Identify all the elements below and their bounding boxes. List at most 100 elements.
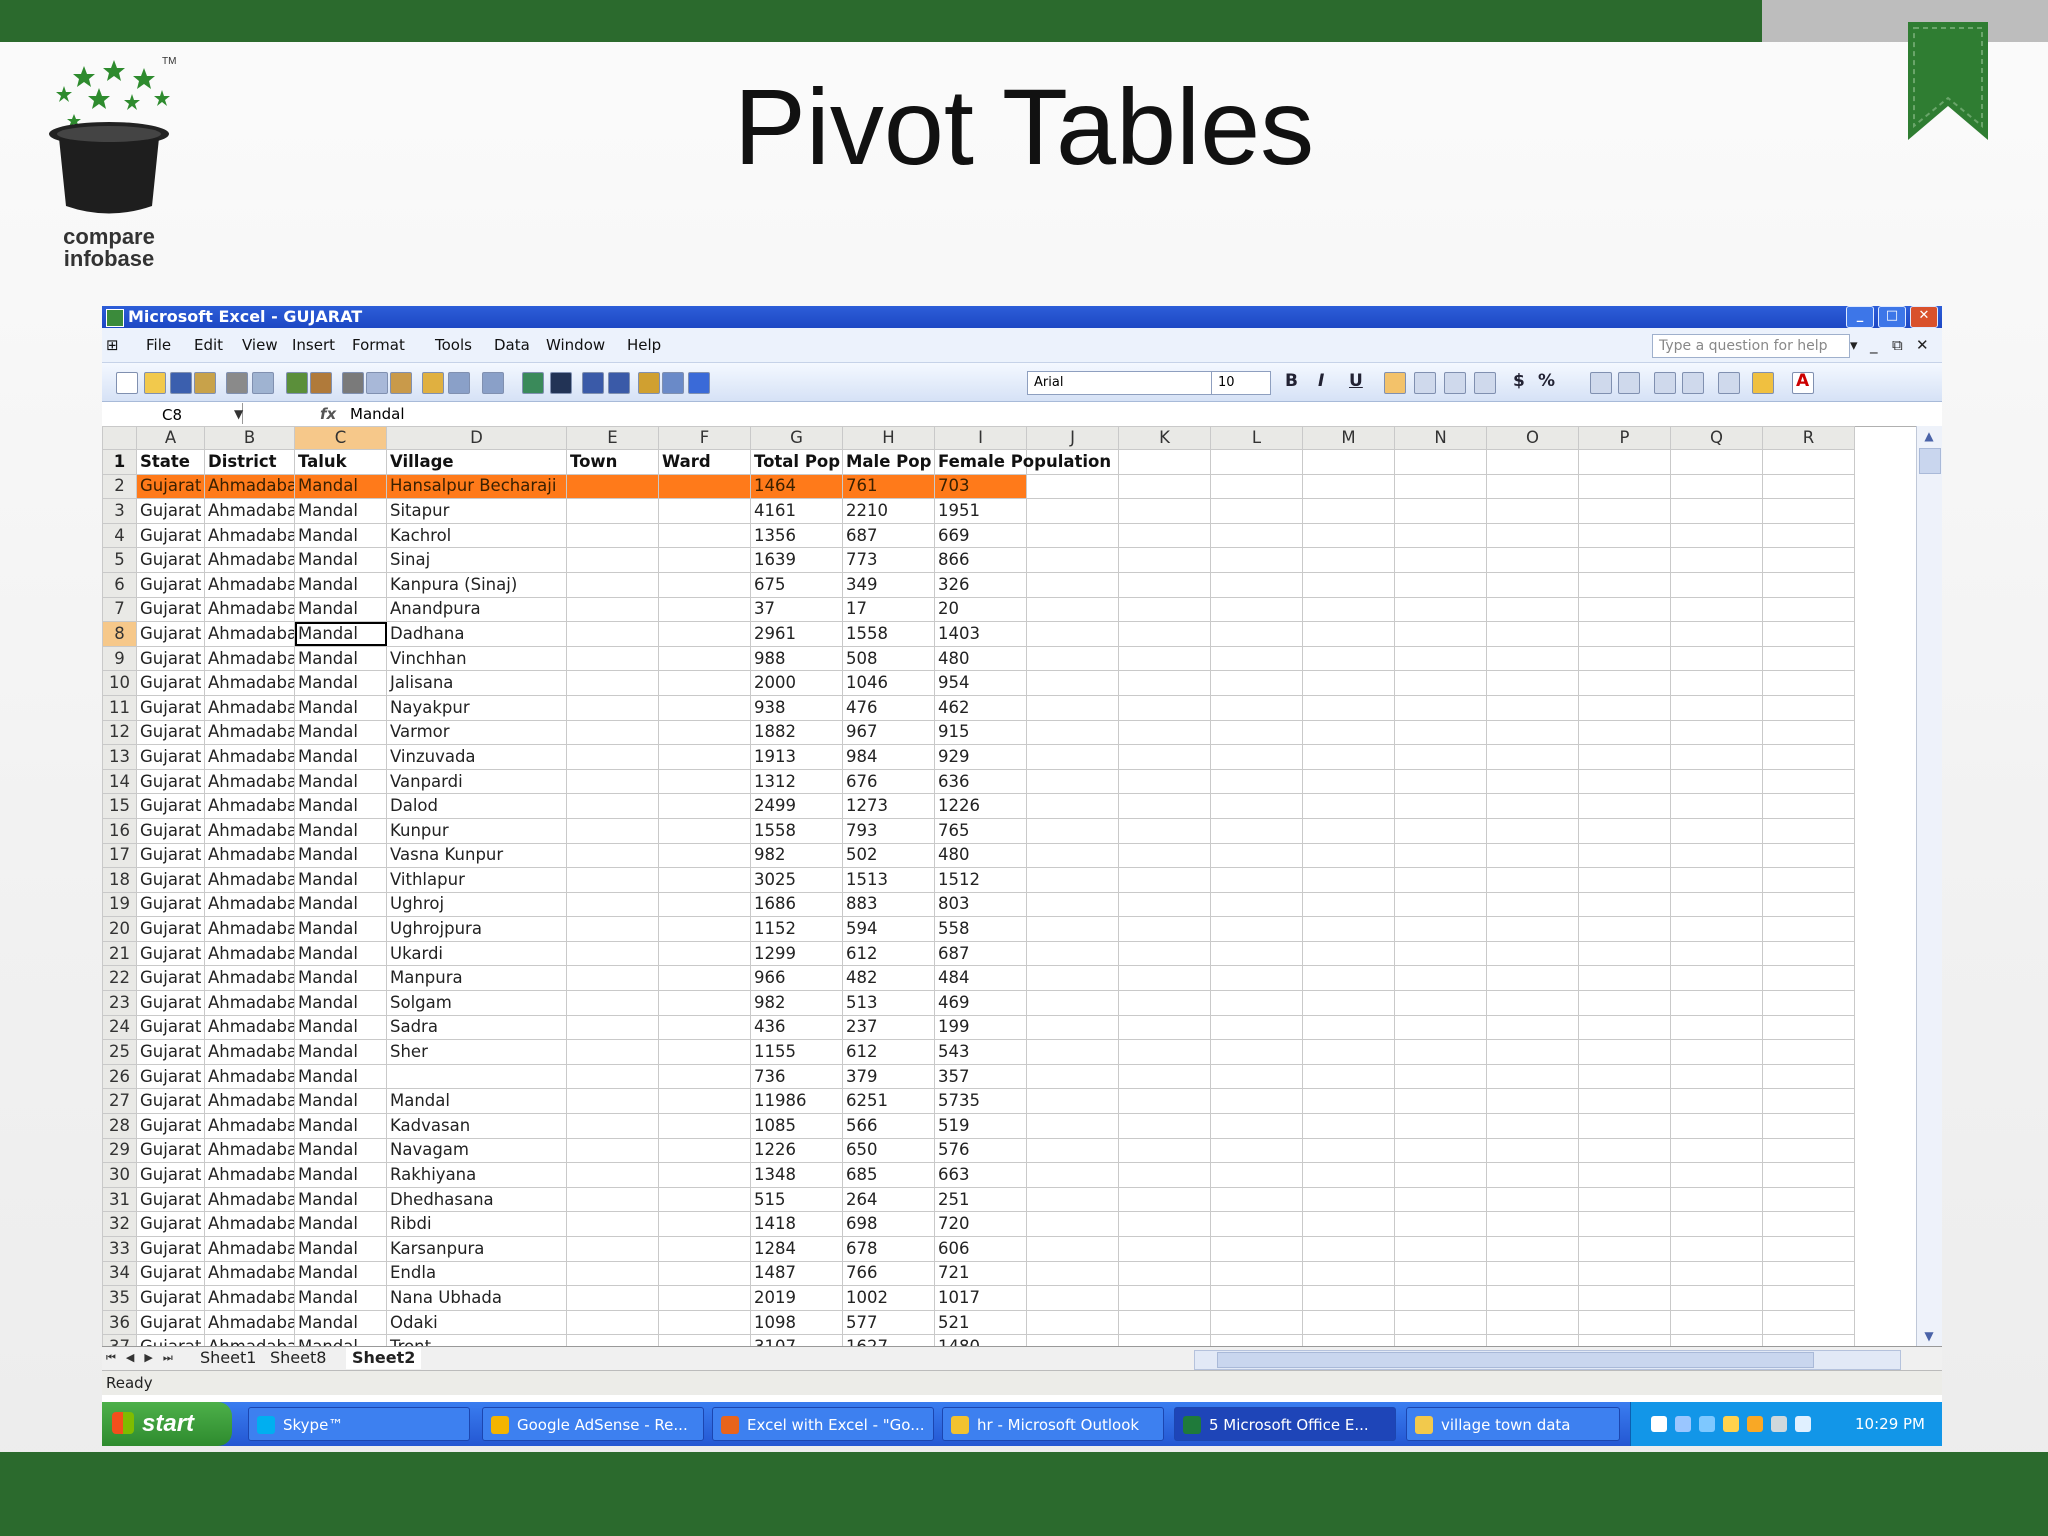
cell-j18[interactable] (1026, 867, 1119, 893)
cell-h35[interactable]: 1002 (842, 1285, 935, 1311)
cell-g28[interactable]: 1085 (750, 1113, 843, 1139)
cell-d22[interactable]: Manpura (386, 965, 567, 992)
cell-p2[interactable] (1578, 473, 1671, 500)
cell-i22[interactable]: 484 (934, 965, 1027, 992)
cell-f22[interactable] (658, 965, 751, 992)
cell-o30[interactable] (1486, 1162, 1579, 1188)
tray-expand-icon[interactable] (1699, 1416, 1715, 1432)
cell-b18[interactable]: Ahmadabad (204, 867, 295, 893)
cell-e30[interactable] (566, 1162, 659, 1188)
cell-b15[interactable]: Ahmadabad (204, 793, 295, 819)
cell-r35[interactable] (1762, 1285, 1855, 1311)
cell-l16[interactable] (1210, 817, 1303, 844)
cell-k5[interactable] (1118, 547, 1211, 573)
cell-k36[interactable] (1118, 1309, 1211, 1336)
cell-e17[interactable] (566, 842, 659, 869)
cell-q9[interactable] (1670, 645, 1763, 672)
cell-a10[interactable]: Gujarat (136, 670, 205, 696)
cell-b37[interactable]: Ahmadabad (204, 1334, 295, 1346)
cell-f14[interactable] (658, 768, 751, 795)
cell-g35[interactable]: 2019 (750, 1285, 843, 1311)
cell-m7[interactable] (1302, 596, 1395, 623)
cell-h27[interactable]: 6251 (842, 1088, 935, 1115)
cell-n37[interactable] (1394, 1334, 1487, 1346)
cell-n7[interactable] (1394, 596, 1487, 623)
cell-f32[interactable] (658, 1211, 751, 1237)
cell-p19[interactable] (1578, 891, 1671, 918)
cell-e27[interactable] (566, 1088, 659, 1115)
menu-help[interactable]: Help (627, 328, 661, 362)
cell-b36[interactable]: Ahmadabad (204, 1309, 295, 1336)
maximize-button[interactable]: □ (1878, 306, 1906, 328)
cell-k11[interactable] (1118, 694, 1211, 721)
cell-o10[interactable] (1486, 670, 1579, 696)
cell-m37[interactable] (1302, 1334, 1395, 1346)
cell-q2[interactable] (1670, 473, 1763, 500)
cell-i14[interactable]: 636 (934, 768, 1027, 795)
cell-o25[interactable] (1486, 1039, 1579, 1065)
cell-q5[interactable] (1670, 547, 1763, 573)
cell-h7[interactable]: 17 (842, 596, 935, 623)
cell-o33[interactable] (1486, 1236, 1579, 1262)
cell-a5[interactable]: Gujarat (136, 547, 205, 573)
cell-f5[interactable] (658, 547, 751, 573)
cell-h25[interactable]: 612 (842, 1039, 935, 1065)
cell-q13[interactable] (1670, 744, 1763, 770)
cell-j17[interactable] (1026, 842, 1119, 869)
header-cell[interactable]: Village (386, 449, 567, 475)
cell-p8[interactable] (1578, 621, 1671, 647)
cell-g6[interactable]: 675 (750, 571, 843, 598)
cell-d25[interactable]: Sher (386, 1039, 567, 1065)
sheet-tab-sheet8[interactable]: Sheet8 (264, 1347, 332, 1369)
cell-j2[interactable] (1026, 473, 1119, 500)
cell-j29[interactable] (1026, 1137, 1119, 1164)
cell-l15[interactable] (1210, 793, 1303, 819)
cell-h30[interactable]: 685 (842, 1162, 935, 1188)
cell-k24[interactable] (1118, 1014, 1211, 1041)
cell-e5[interactable] (566, 547, 659, 573)
cell-j10[interactable] (1026, 670, 1119, 696)
cell-n35[interactable] (1394, 1285, 1487, 1311)
header-cell[interactable]: Town (566, 449, 659, 475)
cell-b32[interactable]: Ahmadabad (204, 1211, 295, 1237)
cell-q6[interactable] (1670, 571, 1763, 598)
cell-o5[interactable] (1486, 547, 1579, 573)
cell-d30[interactable]: Rakhiyana (386, 1162, 567, 1188)
cell-p36[interactable] (1578, 1309, 1671, 1336)
cell-l24[interactable] (1210, 1014, 1303, 1041)
cell-l30[interactable] (1210, 1162, 1303, 1188)
row-header[interactable]: 25 (102, 1039, 137, 1065)
cell-r30[interactable] (1762, 1162, 1855, 1188)
increase-decimal-icon[interactable] (1590, 372, 1612, 394)
cell-n2[interactable] (1394, 473, 1487, 500)
cell-d13[interactable]: Vinzuvada (386, 744, 567, 770)
column-header-e[interactable]: E (566, 426, 659, 450)
cell-b6[interactable]: Ahmadabad (204, 571, 295, 598)
cell-p15[interactable] (1578, 793, 1671, 819)
new-icon[interactable] (116, 372, 138, 394)
cell-c3[interactable]: Mandal (294, 498, 387, 524)
cell-a25[interactable]: Gujarat (136, 1039, 205, 1065)
cell-l20[interactable] (1210, 916, 1303, 942)
cell-d2[interactable]: Hansalpur Becharaji (386, 473, 567, 500)
cell-n25[interactable] (1394, 1039, 1487, 1065)
cell-b29[interactable]: Ahmadabad (204, 1137, 295, 1164)
cell-r9[interactable] (1762, 645, 1855, 672)
taskbar-item[interactable]: Excel with Excel - "Go... (712, 1407, 934, 1441)
menu-format[interactable]: Format (352, 328, 405, 362)
cell-i12[interactable]: 915 (934, 719, 1027, 746)
cell-q24[interactable] (1670, 1014, 1763, 1041)
cell-f35[interactable] (658, 1285, 751, 1311)
cell-l23[interactable] (1210, 990, 1303, 1016)
cell-g30[interactable]: 1348 (750, 1162, 843, 1188)
cell-f26[interactable] (658, 1063, 751, 1090)
cell-e19[interactable] (566, 891, 659, 918)
cell-q3[interactable] (1670, 498, 1763, 524)
worksheet-table[interactable]: ABCDEFGHIJKLMNOPQR 1 State District Taluk Vi… (102, 426, 1855, 1346)
cell-b14[interactable]: Ahmadabad (204, 768, 295, 795)
cell-j16[interactable] (1026, 817, 1119, 844)
cell-k33[interactable] (1118, 1236, 1211, 1262)
currency-glyph[interactable]: $ (1513, 369, 1525, 393)
menu-tools[interactable]: Tools (435, 328, 472, 362)
cell-d3[interactable]: Sitapur (386, 498, 567, 524)
